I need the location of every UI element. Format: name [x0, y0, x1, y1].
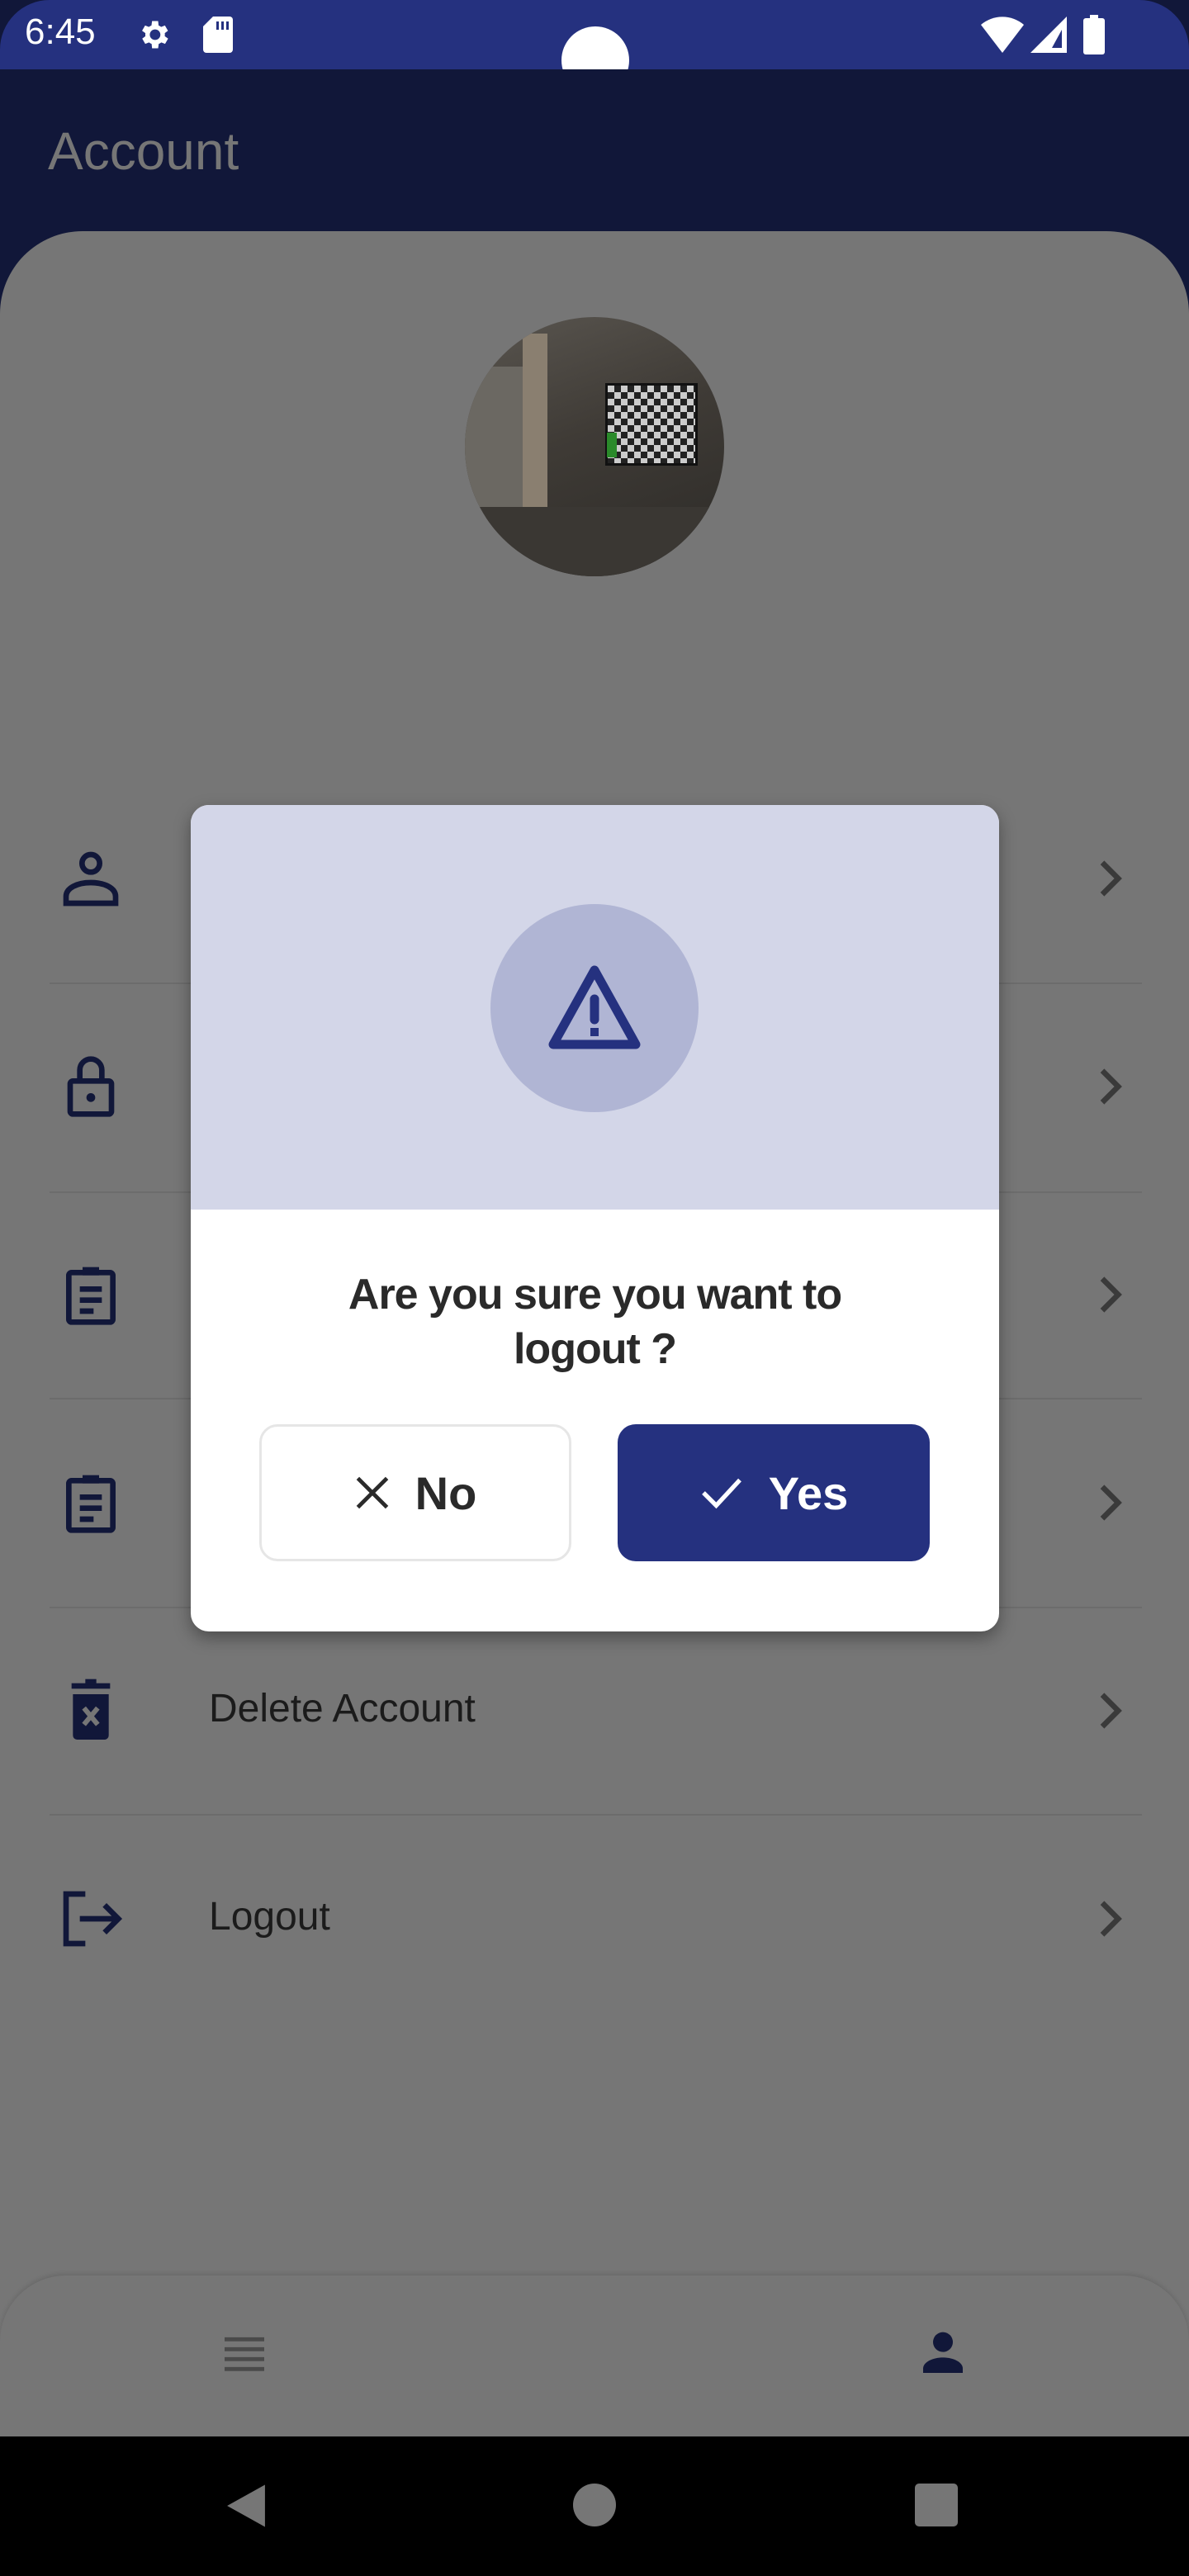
- person-icon: [63, 851, 119, 907]
- clipboard-icon: [66, 1267, 116, 1325]
- dialog-header: [191, 805, 999, 1210]
- status-bar: 6:45: [0, 0, 1189, 94]
- tv-screen: [605, 383, 698, 466]
- page-title: Account: [48, 121, 239, 181]
- dialog-message: Are you sure you want to logout ?: [348, 1271, 842, 1373]
- menu-item-delete-account[interactable]: Delete Account: [0, 1603, 1189, 1811]
- wifi-icon: [981, 17, 1024, 53]
- chevron-right-icon: [1100, 1693, 1122, 1729]
- app-bar: Account: [0, 69, 1189, 234]
- menu-item-label: Delete Account: [209, 1687, 476, 1731]
- check-icon: [701, 1478, 741, 1509]
- chevron-right-icon: [1100, 1276, 1122, 1313]
- warning-icon: [548, 965, 641, 1049]
- chevron-right-icon: [1100, 1901, 1122, 1937]
- back-icon[interactable]: [225, 2483, 268, 2529]
- yes-button-label: Yes: [768, 1466, 849, 1519]
- lock-icon: [67, 1056, 115, 1117]
- system-navigation-bar: [0, 2436, 1189, 2576]
- chevron-right-icon: [1100, 1068, 1122, 1105]
- menu-item-logout[interactable]: Logout: [0, 1811, 1189, 2020]
- status-time: 6:45: [25, 12, 96, 52]
- clipboard-icon: [66, 1475, 116, 1533]
- gear-icon: [142, 21, 168, 49]
- menu-item-label: Logout: [209, 1895, 330, 1939]
- warning-badge: [490, 904, 699, 1112]
- floor: [465, 507, 724, 576]
- tv-green: [607, 433, 617, 457]
- logout-dialog: Are you sure you want to logout ? No Yes: [191, 805, 999, 1631]
- trash-icon: [71, 1679, 111, 1740]
- home-icon[interactable]: [573, 2484, 616, 2526]
- no-button[interactable]: No: [259, 1424, 571, 1561]
- profile-avatar[interactable]: [465, 317, 724, 576]
- recents-icon[interactable]: [915, 2484, 958, 2526]
- list-icon[interactable]: [218, 2328, 271, 2381]
- chevron-right-icon: [1100, 860, 1122, 897]
- no-button-label: No: [414, 1466, 477, 1519]
- bottom-navigation: [0, 2275, 1189, 2441]
- logout-icon: [63, 1891, 123, 1947]
- battery-icon: [1083, 15, 1105, 54]
- window: [465, 367, 531, 515]
- yes-button[interactable]: Yes: [618, 1424, 930, 1561]
- person-icon[interactable]: [917, 2327, 969, 2379]
- sd-card-icon: [203, 17, 233, 53]
- signal-icon: [1030, 17, 1067, 53]
- chevron-right-icon: [1100, 1485, 1122, 1521]
- close-icon: [356, 1476, 388, 1509]
- shelf: [523, 334, 547, 532]
